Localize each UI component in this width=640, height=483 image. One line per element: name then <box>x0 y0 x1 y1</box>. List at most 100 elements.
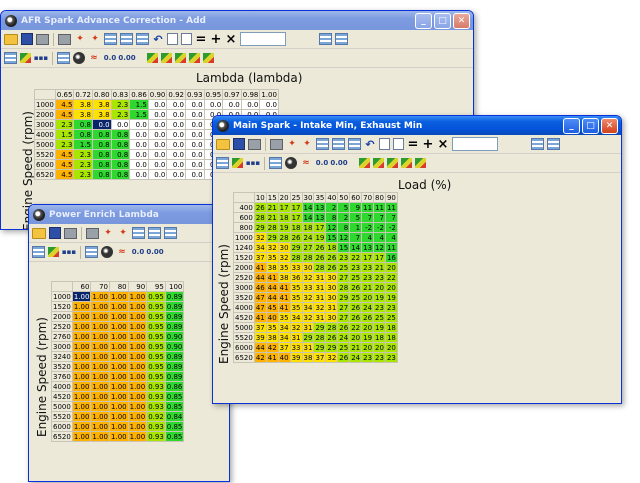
table-cell[interactable]: 0.0 <box>129 169 149 180</box>
table-cell[interactable]: 20 <box>384 342 398 353</box>
table-cell[interactable]: 1.00 <box>109 401 129 412</box>
table-cell[interactable]: 26 <box>361 312 375 323</box>
table-cell[interactable]: 0.8 <box>73 119 94 130</box>
color-map-4-icon[interactable] <box>401 158 412 168</box>
table-cell[interactable]: 1.00 <box>71 401 92 412</box>
table-cell[interactable]: 1.5 <box>54 129 75 140</box>
table-cell[interactable]: 8 <box>325 212 339 223</box>
decimals-icon[interactable]: 0.0 <box>315 157 329 169</box>
decimals-2-icon[interactable]: 0.00 <box>330 157 347 169</box>
table-cell[interactable]: 14 <box>301 202 315 213</box>
table-cell[interactable]: 47 <box>253 292 267 303</box>
save-disk-icon[interactable] <box>49 227 61 239</box>
multiply-icon[interactable]: × <box>437 137 449 152</box>
table-cell[interactable]: 1.00 <box>90 321 111 332</box>
chart-view-icon[interactable] <box>232 158 243 168</box>
table-cell[interactable]: 1.00 <box>127 361 148 372</box>
table-cell[interactable]: 29 <box>289 242 303 253</box>
close-button[interactable]: ✕ <box>601 117 618 134</box>
table-cell[interactable]: 28 <box>265 222 279 233</box>
table-cell[interactable]: 11 <box>384 202 398 213</box>
table-cell[interactable]: 30 <box>325 272 339 283</box>
table-cell[interactable]: 22 <box>349 322 363 333</box>
table-cell[interactable]: 17 <box>313 222 327 233</box>
table-cell[interactable]: 0.0 <box>166 99 186 110</box>
color-map-3-icon[interactable] <box>175 53 186 63</box>
table-cell[interactable]: 30 <box>301 262 315 273</box>
open-folder-icon[interactable] <box>216 138 230 150</box>
table-cell[interactable]: 0.0 <box>166 119 186 130</box>
calculator-icon[interactable] <box>270 138 283 150</box>
table-cell[interactable]: 32 <box>289 322 303 333</box>
table-cell[interactable]: 1.00 <box>127 351 148 362</box>
table-cell[interactable]: 27 <box>337 312 351 323</box>
table-cell[interactable]: 34 <box>277 332 291 343</box>
table-cell[interactable]: 34 <box>289 312 303 323</box>
maximize-button[interactable]: □ <box>582 117 599 134</box>
table-cell[interactable]: 0.93 <box>146 391 166 402</box>
table-cell[interactable]: 21 <box>373 262 386 273</box>
table-cell[interactable]: 12 <box>337 232 351 243</box>
table-cell[interactable]: 0.0 <box>129 129 149 140</box>
table-view-2-icon[interactable] <box>332 138 345 150</box>
table-options-icon[interactable] <box>531 138 544 150</box>
color-map-icon[interactable] <box>147 53 158 63</box>
table-cell[interactable]: 1.00 <box>109 391 129 402</box>
table-cell[interactable]: 23 <box>361 262 375 273</box>
table-cell[interactable]: 31 <box>301 342 315 353</box>
color-map-5-icon[interactable] <box>415 158 426 168</box>
table-cell[interactable]: -2 <box>361 222 375 233</box>
table-cell[interactable]: 0.89 <box>164 291 185 302</box>
table-cell[interactable]: 44 <box>253 342 267 353</box>
table-cell[interactable]: 19 <box>277 222 291 233</box>
table-cell[interactable]: 0.0 <box>203 99 224 110</box>
table-cell[interactable]: 21 <box>349 342 363 353</box>
table-cell[interactable]: 1.00 <box>127 311 148 322</box>
table-cell[interactable]: 26 <box>325 252 339 263</box>
table-cell[interactable]: 1.00 <box>90 401 111 412</box>
equals-icon[interactable]: = <box>407 137 419 152</box>
table-cell[interactable]: 1.00 <box>90 371 111 382</box>
table-cell[interactable]: 25 <box>337 342 351 353</box>
table-cell[interactable]: 32 <box>325 352 339 363</box>
table-cell[interactable]: 9 <box>349 202 363 213</box>
table-cell[interactable]: 20 <box>384 282 398 293</box>
table-cell[interactable]: 26 <box>337 352 351 363</box>
table-cell[interactable]: 20 <box>349 332 363 343</box>
color-map-2-icon[interactable] <box>373 158 384 168</box>
table-cell[interactable]: 28 <box>277 232 291 243</box>
table-cell[interactable]: 0.8 <box>110 149 131 160</box>
table-cell[interactable]: 29 <box>325 342 339 353</box>
decimals-2-icon[interactable]: 0.00 <box>118 52 135 64</box>
table-cell[interactable]: 0.0 <box>184 139 205 150</box>
table-cell[interactable]: 22 <box>384 272 398 283</box>
table-cell[interactable]: 31 <box>313 272 327 283</box>
table-cell[interactable]: 23 <box>361 272 375 283</box>
plus-icon[interactable]: + <box>422 137 434 152</box>
table-cell[interactable]: 0.95 <box>146 331 166 342</box>
table-cell[interactable]: 21 <box>361 282 375 293</box>
table-options-2-icon[interactable] <box>335 33 348 45</box>
table-cell[interactable]: 21 <box>265 202 279 213</box>
table-cell[interactable]: 0.0 <box>184 149 205 160</box>
table-cell[interactable]: 30 <box>325 312 339 323</box>
table-cell[interactable]: 20 <box>361 292 375 303</box>
table-cell[interactable]: 1.00 <box>127 331 148 342</box>
table-cell[interactable]: 2.3 <box>54 119 75 130</box>
table-cell[interactable]: 26 <box>337 322 351 333</box>
table-cell[interactable]: 1.00 <box>127 341 148 352</box>
table-cell[interactable]: 2.3 <box>73 169 94 180</box>
table-cell[interactable]: 4.5 <box>54 169 75 180</box>
table-cell[interactable]: 30 <box>325 292 339 303</box>
table-cell[interactable]: 11 <box>384 242 398 253</box>
table-cell[interactable]: 31 <box>313 292 327 303</box>
grid-view-icon[interactable] <box>216 157 229 169</box>
table-cell[interactable]: 1.00 <box>90 311 111 322</box>
table-cell[interactable]: -2 <box>373 222 386 233</box>
table-cell[interactable]: 26 <box>325 262 339 273</box>
bookmark-flag-icon[interactable]: ✦ <box>102 227 114 239</box>
table-cell[interactable]: 0.0 <box>184 119 205 130</box>
table-cell[interactable]: 0.85 <box>164 421 185 432</box>
bookmark-flag-2-icon[interactable]: ✦ <box>89 33 101 45</box>
maximize-button[interactable]: □ <box>434 12 451 29</box>
